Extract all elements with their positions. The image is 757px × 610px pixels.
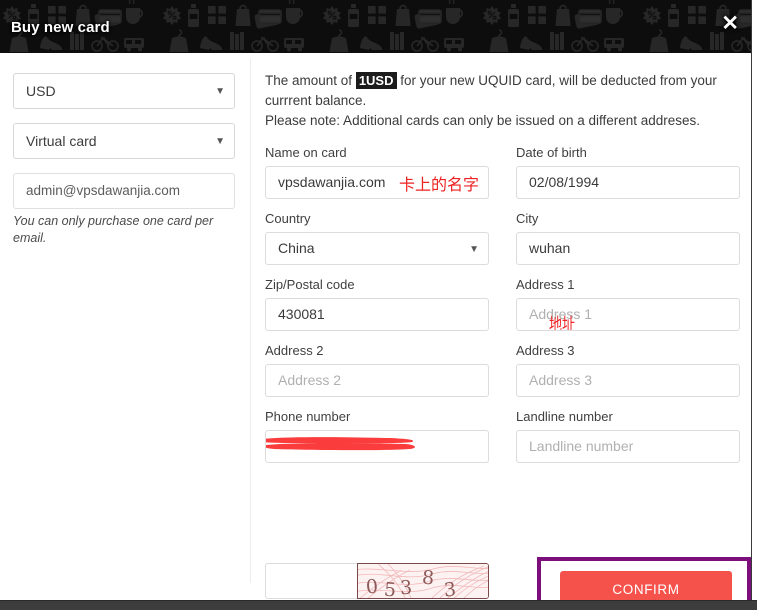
- address3-placeholder: Address 3: [529, 372, 593, 388]
- name-on-card-value: vpsdawanjia.com: [278, 174, 386, 190]
- field-address3: Address 3 Address 3: [516, 343, 740, 397]
- amount-notice-part1: The amount of: [265, 73, 356, 88]
- landline-label: Landline number: [516, 409, 613, 424]
- captcha-digit-4: 3: [443, 578, 458, 599]
- card-form: The amount of 1USD for your new UQUID ca…: [265, 71, 740, 475]
- captcha-digit-0: 0: [365, 575, 379, 599]
- address1-label: Address 1: [516, 277, 575, 292]
- field-date-of-birth: Date of birth 02/08/1994: [516, 145, 740, 199]
- chevron-down-icon: ▼: [215, 136, 225, 147]
- form-row-zip-address1: Zip/Postal code 430081 Address 1 Address…: [265, 277, 740, 331]
- modal-header: Buy new card ✕: [0, 0, 751, 53]
- date-of-birth-value: 02/08/1994: [529, 174, 600, 190]
- field-zip: Zip/Postal code 430081: [265, 277, 489, 331]
- city-label: City: [516, 211, 539, 226]
- phone-label: Phone number: [265, 409, 351, 424]
- amount-highlight: 1USD: [355, 72, 397, 89]
- window-right-edge: [751, 0, 757, 600]
- form-row-address2-address3: Address 2 Address 2 Address 3 Address 3: [265, 343, 740, 397]
- country-label: Country: [265, 211, 311, 226]
- address1-input[interactable]: Address 1 地址: [516, 298, 740, 331]
- zip-input[interactable]: 430081: [265, 298, 489, 331]
- sidebar-options: USD ▼ Virtual card ▼ admin@vpsdawanjia.c…: [13, 73, 235, 247]
- phone-input[interactable]: [265, 430, 489, 463]
- landline-placeholder: Landline number: [529, 438, 634, 454]
- email-helper-text: You can only purchase one card per email…: [13, 214, 214, 245]
- close-icon[interactable]: ✕: [721, 13, 739, 34]
- header-icon-pattern: [0, 0, 751, 53]
- currency-select[interactable]: USD ▼: [13, 73, 235, 109]
- field-address2: Address 2 Address 2: [265, 343, 489, 397]
- country-select[interactable]: China ▼: [265, 232, 489, 265]
- name-on-card-label: Name on card: [265, 145, 347, 160]
- captcha-digit-3: 8: [421, 566, 435, 590]
- address2-input[interactable]: Address 2: [265, 364, 489, 397]
- card-type-select-value: Virtual card: [26, 133, 97, 149]
- redaction-scribble: [266, 437, 415, 451]
- captcha-image[interactable]: 0 5 3 8 3: [357, 563, 489, 599]
- currency-select-value: USD: [26, 83, 56, 99]
- captcha-input[interactable]: [265, 563, 357, 599]
- date-of-birth-label: Date of birth: [516, 145, 587, 160]
- email-field-value: admin@vpsdawanjia.com: [26, 183, 181, 198]
- landline-input[interactable]: Landline number: [516, 430, 740, 463]
- zip-value: 430081: [278, 306, 325, 322]
- form-row-phone-landline: Phone number Landline number Landline nu…: [265, 409, 740, 463]
- country-value: China: [278, 240, 315, 256]
- date-of-birth-input[interactable]: 02/08/1994: [516, 166, 740, 199]
- address3-label: Address 3: [516, 343, 575, 358]
- form-row-name-dob: Name on card vpsdawanjia.com 卡上的名字 Date …: [265, 145, 740, 199]
- address2-placeholder: Address 2: [278, 372, 342, 388]
- city-value: wuhan: [529, 240, 571, 256]
- buy-new-card-modal: Buy new card ✕ USD ▼ Virtual card ▼ admi…: [0, 0, 757, 610]
- address3-input[interactable]: Address 3: [516, 364, 740, 397]
- form-fields: Name on card vpsdawanjia.com 卡上的名字 Date …: [265, 145, 740, 463]
- field-country: Country China ▼: [265, 211, 489, 265]
- field-landline: Landline number Landline number: [516, 409, 740, 463]
- amount-notice: The amount of 1USD for your new UQUID ca…: [265, 71, 735, 131]
- address1-placeholder: Address 1: [529, 306, 593, 322]
- captcha-digit-1: 5: [383, 578, 398, 599]
- captcha-row: 0 5 3 8 3: [265, 563, 489, 599]
- captcha-code: 0 5 3 8 3: [364, 566, 484, 599]
- amount-notice-note: Please note: Additional cards can only b…: [265, 113, 701, 128]
- column-divider: [250, 59, 251, 583]
- address2-label: Address 2: [265, 343, 324, 358]
- window-footer-bar: [0, 600, 757, 610]
- email-field[interactable]: admin@vpsdawanjia.com: [13, 173, 235, 209]
- card-type-select[interactable]: Virtual card ▼: [13, 123, 235, 159]
- modal-body: USD ▼ Virtual card ▼ admin@vpsdawanjia.c…: [0, 53, 751, 610]
- captcha-digit-2: 3: [399, 576, 413, 599]
- field-city: City wuhan: [516, 211, 740, 265]
- name-on-card-input[interactable]: vpsdawanjia.com 卡上的名字: [265, 166, 489, 199]
- chevron-down-icon: ▼: [469, 244, 479, 255]
- modal-title: Buy new card: [11, 19, 110, 36]
- field-address1: Address 1 Address 1 地址: [516, 277, 740, 331]
- zip-label: Zip/Postal code: [265, 277, 355, 292]
- chevron-down-icon: ▼: [215, 86, 225, 97]
- form-row-country-city: Country China ▼ City wuhan: [265, 211, 740, 265]
- city-input[interactable]: wuhan: [516, 232, 740, 265]
- field-phone: Phone number: [265, 409, 489, 463]
- annotation-name-on-card: 卡上的名字: [399, 175, 480, 194]
- field-name-on-card: Name on card vpsdawanjia.com 卡上的名字: [265, 145, 489, 199]
